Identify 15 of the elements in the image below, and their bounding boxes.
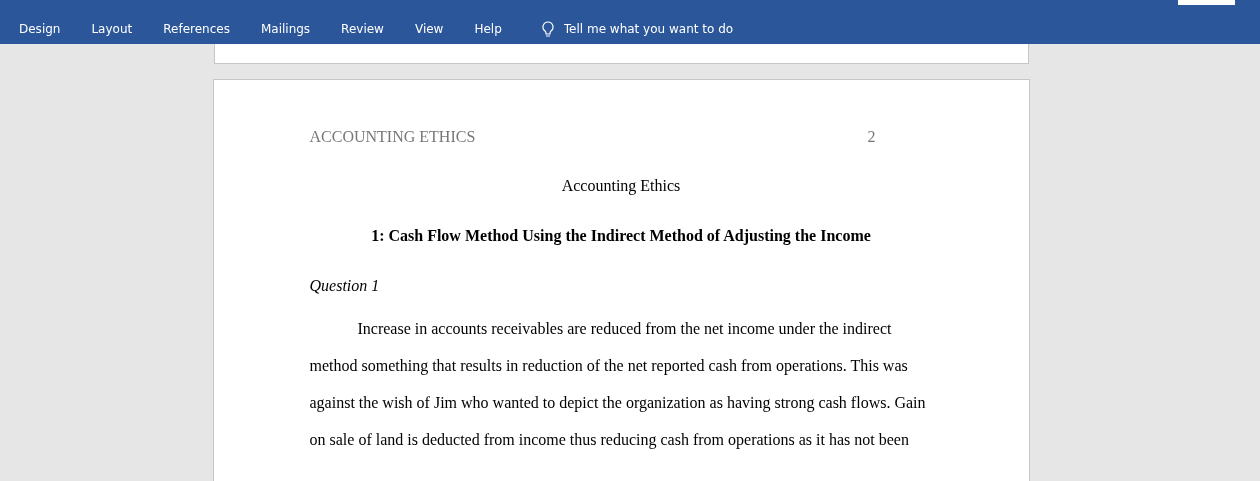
ribbon-tab[interactable]: Review [330, 14, 395, 44]
ribbon-tab[interactable]: References [152, 14, 241, 44]
page-number: 2 [867, 127, 876, 147]
body-paragraph: Increase in accounts receivables are reduced from the net income under the indirect method something that results in reduction of the net reported cash from operations. This was against the wish of Jim who wanted to depict the organization as having strong cash flows. Gain on sale of land is deducted from income thus reducing cash from operations as it has not been [309, 319, 927, 451]
running-head: ACCOUNTING ETHICS [309, 127, 476, 147]
section-heading: 1: Cash Flow Method Using the Indirect Method of Adjusting the Income [370, 226, 872, 246]
ribbon-tab[interactable]: View [403, 14, 455, 44]
lightbulb-icon [541, 20, 554, 38]
ribbon-tab[interactable]: Layout [80, 14, 144, 44]
tell-me-field[interactable]: Tell me what you want to do [561, 21, 786, 37]
ribbon-tab[interactable]: Help [463, 14, 513, 44]
ribbon-tab[interactable]: Design [8, 14, 72, 44]
subheading: Question 1 [309, 276, 381, 296]
ribbon-tab[interactable]: Mailings [249, 14, 322, 44]
document-title: Accounting Ethics [560, 176, 682, 196]
